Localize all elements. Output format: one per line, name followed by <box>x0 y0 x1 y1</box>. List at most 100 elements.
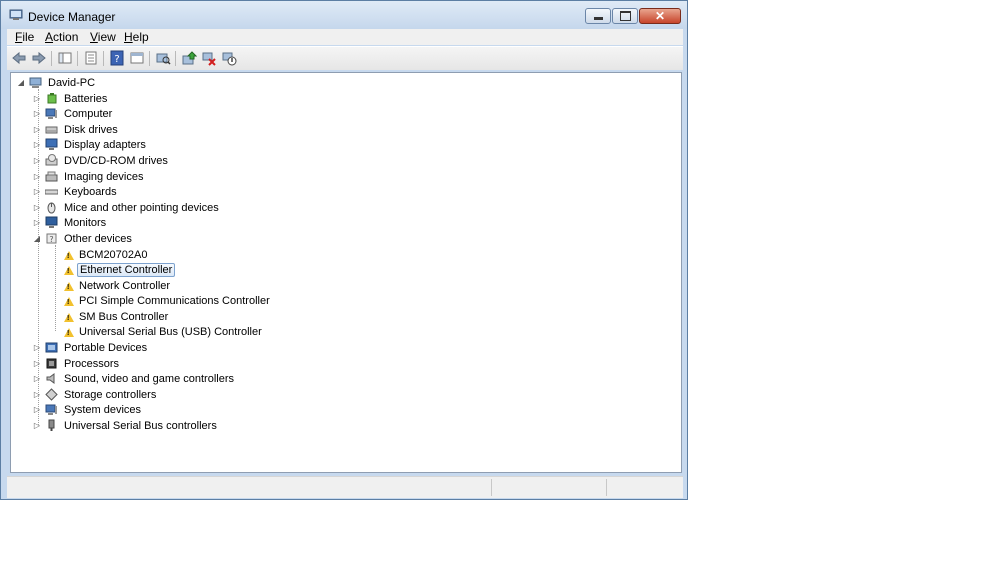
expand-arrow-icon[interactable]: ▷ <box>33 218 41 227</box>
minimize-icon <box>593 17 603 20</box>
toolbar-separator <box>77 51 78 66</box>
menu-view[interactable]: View <box>90 30 116 44</box>
menu-bar: File Action View Help <box>7 29 683 45</box>
scan-hardware-icon[interactable] <box>155 50 171 66</box>
expand-arrow-icon[interactable]: ▷ <box>33 172 41 181</box>
properties-icon[interactable] <box>83 50 99 66</box>
tree-item-label: Portable Devices <box>64 341 148 354</box>
show-hide-icon[interactable] <box>129 50 145 66</box>
expand-arrow-icon[interactable]: ▷ <box>33 343 41 352</box>
expand-arrow-icon[interactable]: ▷ <box>33 109 41 118</box>
expand-arrow-icon[interactable]: ▷ <box>33 359 41 368</box>
close-button[interactable]: ✕ <box>639 8 681 24</box>
caption-buttons: ✕ <box>585 8 681 24</box>
disk-drive-icon <box>45 126 58 134</box>
expand-arrow-icon[interactable]: ▷ <box>33 374 41 383</box>
update-driver-icon[interactable] <box>181 50 197 66</box>
collapse-arrow-icon[interactable]: ◢ <box>17 78 25 87</box>
tree-child-network-controller[interactable]: ! Network Controller <box>56 278 172 293</box>
tree-item-label: Processors <box>64 357 120 370</box>
tree-item-display-adapters[interactable]: ▷ Display adapters <box>33 137 148 152</box>
forward-arrow-icon[interactable] <box>31 50 47 66</box>
status-separator <box>491 479 492 496</box>
toolbar: ? <box>7 46 683 70</box>
expand-arrow-icon[interactable]: ▷ <box>33 156 41 165</box>
unknown-device-warning-icon: ! <box>60 294 74 307</box>
collapse-arrow-icon[interactable]: ◢ <box>33 234 41 243</box>
imaging-device-icon <box>45 171 58 182</box>
tree-item-label: DVD/CD-ROM drives <box>64 154 168 167</box>
device-tree[interactable]: ◢ David-PC ▷ Batteries ▷ Computer ▷ Disk… <box>10 72 682 473</box>
tree-root[interactable]: ◢ David-PC <box>17 75 97 90</box>
status-separator <box>606 479 607 496</box>
tree-item-dvd-cd-rom-drives[interactable]: ▷ DVD/CD-ROM drives <box>33 153 170 168</box>
maximize-button[interactable] <box>612 8 638 24</box>
close-icon: ✕ <box>654 9 666 23</box>
tree-item-keyboards[interactable]: ▷ Keyboards <box>33 184 119 199</box>
usb-icon <box>48 419 55 431</box>
tree-item-sound-video-game-controllers[interactable]: ▷ Sound, video and game controllers <box>33 371 236 386</box>
tree-child-bcm20702a0[interactable]: ! BCM20702A0 <box>56 247 150 262</box>
tree-root-label: David-PC <box>48 76 96 89</box>
title-bar[interactable]: Device Manager ✕ <box>1 1 687 29</box>
tree-item-label: Batteries <box>64 92 108 105</box>
menu-help[interactable]: Help <box>124 30 149 44</box>
unknown-device-warning-icon: ! <box>60 279 74 292</box>
back-arrow-icon[interactable] <box>11 50 27 66</box>
expand-arrow-icon[interactable]: ▷ <box>33 390 41 399</box>
disable-icon[interactable] <box>221 50 237 66</box>
tree-child-usb-controller[interactable]: ! Universal Serial Bus (USB) Controller <box>56 324 264 339</box>
minimize-button[interactable] <box>585 8 611 24</box>
unknown-device-warning-icon: ! <box>60 325 74 338</box>
tree-item-label: Keyboards <box>64 185 117 198</box>
dvd-drive-icon <box>45 154 58 166</box>
unknown-device-warning-icon: ! <box>60 310 74 323</box>
tree-item-usb-controllers[interactable]: ▷ Universal Serial Bus controllers <box>33 418 219 433</box>
console-tree-icon[interactable] <box>57 50 73 66</box>
window-title: Device Manager <box>28 10 116 24</box>
tree-item-portable-devices[interactable]: ▷ Portable Devices <box>33 340 149 355</box>
tree-item-monitors[interactable]: ▷ Monitors <box>33 215 108 230</box>
tree-child-label: PCI Simple Communications Controller <box>79 294 270 307</box>
tree-child-sm-bus-controller[interactable]: ! SM Bus Controller <box>56 309 170 324</box>
status-bar <box>7 476 683 498</box>
tree-item-other-devices[interactable]: ◢ ? Other devices <box>33 231 134 246</box>
tree-item-label: Other devices <box>64 232 132 245</box>
toolbar-separator <box>175 51 176 66</box>
menu-action[interactable]: Action <box>45 30 78 44</box>
keyboard-icon <box>45 189 58 195</box>
expand-arrow-icon[interactable]: ▷ <box>33 140 41 149</box>
expand-arrow-icon[interactable]: ▷ <box>33 94 41 103</box>
tree-item-computer[interactable]: ▷ Computer <box>33 106 114 121</box>
svg-text:?: ? <box>49 235 53 244</box>
expand-arrow-icon[interactable]: ▷ <box>33 125 41 134</box>
tree-child-pci-simple-communications-controller[interactable]: ! PCI Simple Communications Controller <box>56 293 272 308</box>
tree-item-imaging-devices[interactable]: ▷ Imaging devices <box>33 169 146 184</box>
tree-child-ethernet-controller[interactable]: ! Ethernet Controller <box>56 262 176 277</box>
tree-item-label: Computer <box>64 107 113 120</box>
expand-arrow-icon[interactable]: ▷ <box>33 203 41 212</box>
tree-item-disk-drives[interactable]: ▷ Disk drives <box>33 122 120 137</box>
uninstall-icon[interactable] <box>201 50 217 66</box>
mouse-icon <box>47 202 56 214</box>
tree-item-label: System devices <box>64 403 142 416</box>
menu-file[interactable]: File <box>15 30 34 44</box>
tree-item-system-devices[interactable]: ▷ System devices <box>33 402 143 417</box>
tree-item-batteries[interactable]: ▷ Batteries <box>33 91 109 106</box>
tree-item-storage-controllers[interactable]: ▷ Storage controllers <box>33 387 158 402</box>
tree-item-processors[interactable]: ▷ Processors <box>33 356 121 371</box>
help-icon[interactable]: ? <box>109 50 125 66</box>
unknown-device-warning-icon: ! <box>60 263 74 276</box>
tree-item-label: Imaging devices <box>64 170 144 183</box>
expand-arrow-icon[interactable]: ▷ <box>33 187 41 196</box>
expand-arrow-icon[interactable]: ▷ <box>33 421 41 430</box>
svg-text:?: ? <box>114 54 119 65</box>
tree-child-label: Universal Serial Bus (USB) Controller <box>79 325 262 338</box>
maximize-icon <box>619 11 631 21</box>
computer-icon <box>45 108 57 119</box>
toolbar-separator <box>149 51 150 66</box>
tree-child-label: SM Bus Controller <box>79 310 169 323</box>
tree-item-mice[interactable]: ▷ Mice and other pointing devices <box>33 200 221 215</box>
expand-arrow-icon[interactable]: ▷ <box>33 405 41 414</box>
tree-child-label: Network Controller <box>79 279 171 292</box>
